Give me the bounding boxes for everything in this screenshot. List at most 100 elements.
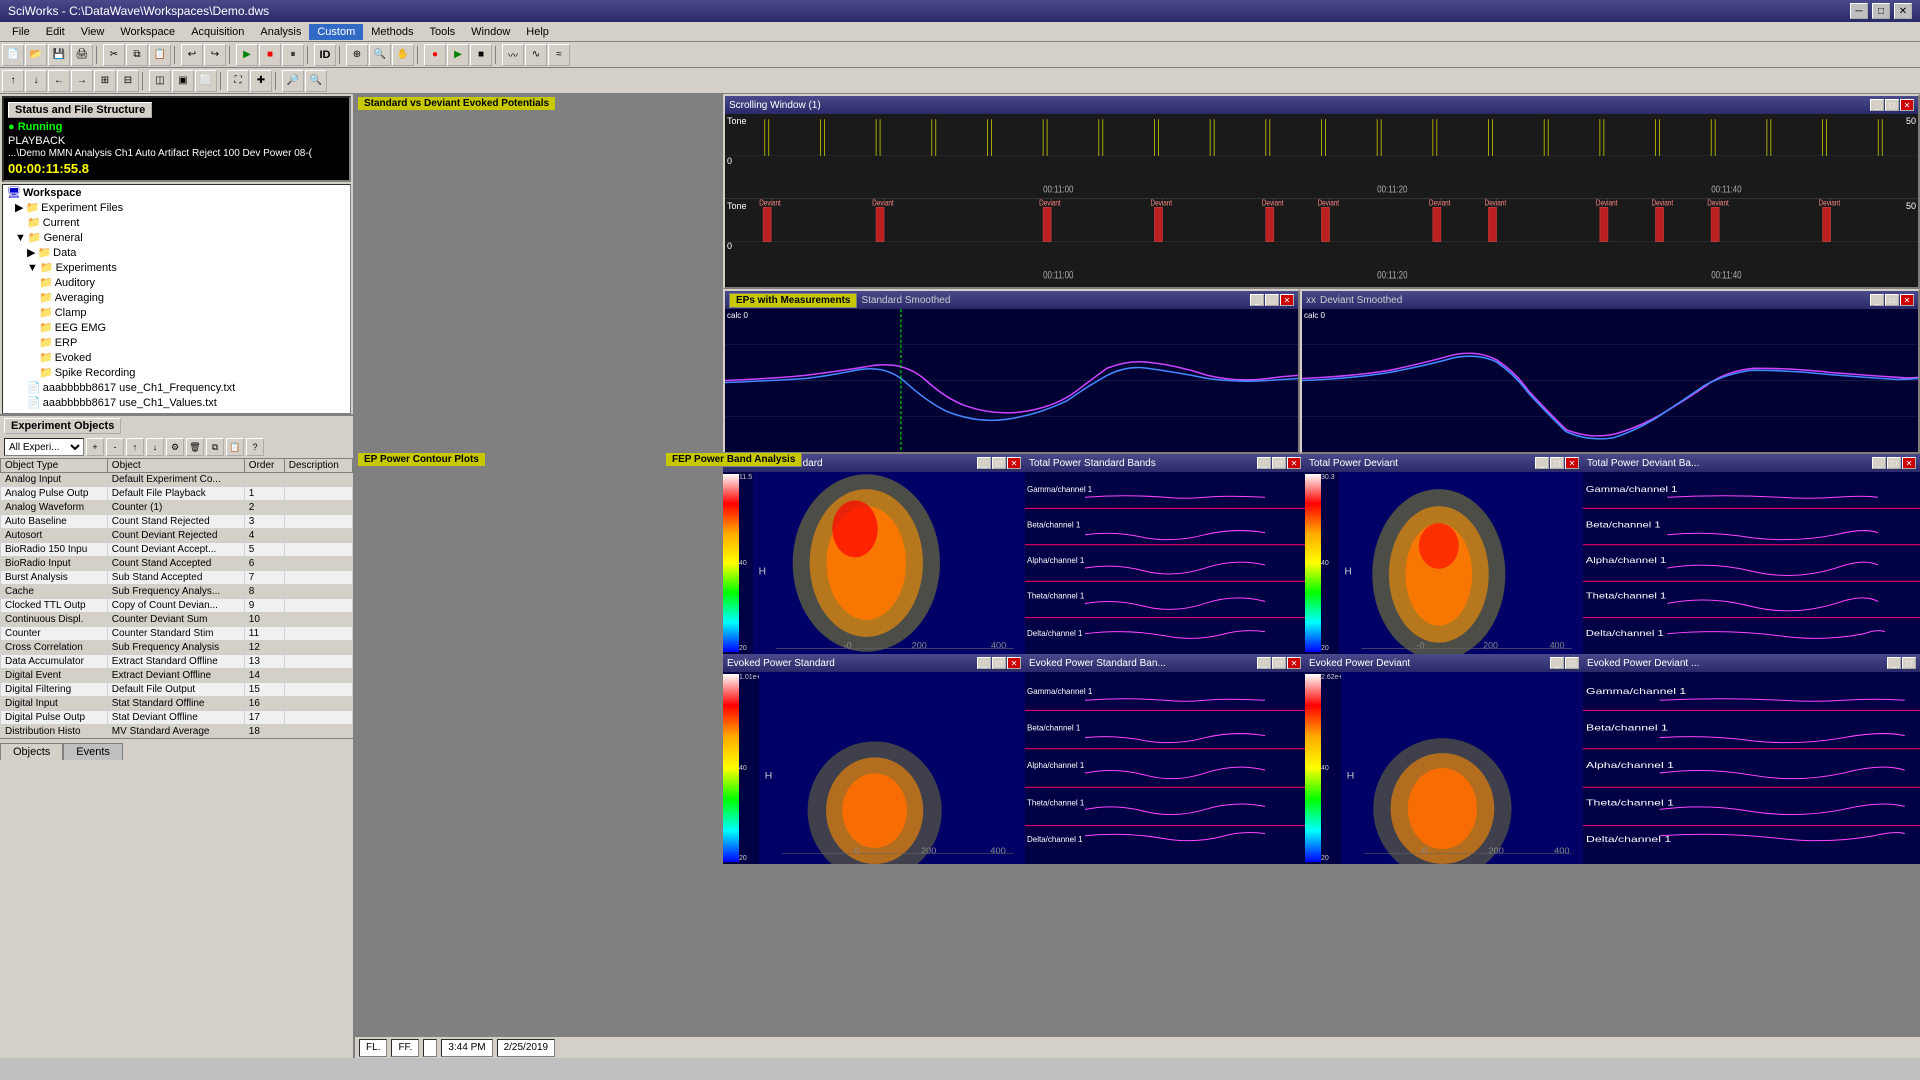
menu-file[interactable]: File <box>4 24 38 40</box>
table-row[interactable]: Digital FilteringDefault File Output15 <box>1 683 353 697</box>
exp-copy[interactable]: ⧉ <box>206 438 224 456</box>
tree-experiments[interactable]: ▼📁Experiments <box>3 260 350 275</box>
table-row[interactable]: Analog InputDefault Experiment Co... <box>1 473 353 487</box>
tpd-min[interactable]: _ <box>1535 457 1549 469</box>
tps-min[interactable]: _ <box>977 457 991 469</box>
scrolling-close[interactable]: ✕ <box>1900 99 1914 111</box>
tb2-11[interactable]: ✚ <box>250 70 272 92</box>
epdb-max[interactable]: □ <box>1902 657 1916 669</box>
menu-edit[interactable]: Edit <box>38 24 73 40</box>
undo-btn[interactable]: ↩ <box>181 44 203 66</box>
tb2-5[interactable]: ⊞ <box>94 70 116 92</box>
deviant-minimize[interactable]: _ <box>1870 294 1884 306</box>
deviant-close[interactable]: ✕ <box>1900 294 1914 306</box>
exp-table-scroll[interactable]: Object Type Object Order Description Ana… <box>0 458 353 738</box>
tb2-6[interactable]: ⊟ <box>117 70 139 92</box>
maximize-button[interactable]: □ <box>1872 3 1890 19</box>
menu-help[interactable]: Help <box>518 24 557 40</box>
tree-general[interactable]: ▼📁General <box>3 230 350 245</box>
tpdb-max[interactable]: □ <box>1887 457 1901 469</box>
exp-props[interactable]: ⚙ <box>166 438 184 456</box>
wave3-btn[interactable]: ≈ <box>548 44 570 66</box>
table-row[interactable]: Cross CorrelationSub Frequency Analysis1… <box>1 641 353 655</box>
tb2-9[interactable]: ⬜ <box>195 70 217 92</box>
pause-btn[interactable]: ⏸ <box>282 44 304 66</box>
print-btn[interactable]: 🖨 <box>71 44 93 66</box>
table-row[interactable]: BioRadio 150 InpuCount Deviant Accept...… <box>1 543 353 557</box>
redo-btn[interactable]: ↪ <box>204 44 226 66</box>
tree-eeg-emg[interactable]: 📁EEG EMG <box>3 320 350 335</box>
paste-btn[interactable]: 📋 <box>149 44 171 66</box>
tpsb-min[interactable]: _ <box>1257 457 1271 469</box>
epd-max[interactable]: □ <box>1565 657 1579 669</box>
menu-workspace[interactable]: Workspace <box>112 24 183 40</box>
tb2-3[interactable]: ← <box>48 70 70 92</box>
exp-delete[interactable]: 🗑 <box>186 438 204 456</box>
menu-methods[interactable]: Methods <box>363 24 421 40</box>
tb2-4[interactable]: → <box>71 70 93 92</box>
tpsb-max[interactable]: □ <box>1272 457 1286 469</box>
tb2-10[interactable]: ⛶ <box>227 70 249 92</box>
table-row[interactable]: Continuous Displ.Counter Deviant Sum10 <box>1 613 353 627</box>
tree-spike[interactable]: 📁Spike Recording <box>3 365 350 380</box>
tpd-close[interactable]: ✕ <box>1565 457 1579 469</box>
stop-btn[interactable]: ■ <box>259 44 281 66</box>
table-row[interactable]: Burst AnalysisSub Stand Accepted7 <box>1 571 353 585</box>
tpdb-close[interactable]: ✕ <box>1902 457 1916 469</box>
col-order[interactable]: Order <box>244 459 284 473</box>
table-row[interactable]: Distribution HistoMV Standard Average18 <box>1 725 353 739</box>
tree-current[interactable]: 📁Current <box>3 215 350 230</box>
menu-view[interactable]: View <box>73 24 113 40</box>
new-btn[interactable]: 📄 <box>2 44 24 66</box>
tb2-7[interactable]: ◫ <box>149 70 171 92</box>
run-btn[interactable]: ▶ <box>236 44 258 66</box>
ep-maximize[interactable]: □ <box>1265 294 1279 306</box>
table-row[interactable]: CounterCounter Standard Stim11 <box>1 627 353 641</box>
table-row[interactable]: Digital InputStat Standard Offline16 <box>1 697 353 711</box>
menu-window[interactable]: Window <box>463 24 518 40</box>
cursor-btn[interactable]: ⊕ <box>346 44 368 66</box>
tb2-2[interactable]: ↓ <box>25 70 47 92</box>
tpsb-close[interactable]: ✕ <box>1287 457 1301 469</box>
epsb-max[interactable]: □ <box>1272 657 1286 669</box>
exp-paste[interactable]: 📋 <box>226 438 244 456</box>
tree-system[interactable]: ▶📁System <box>3 410 350 414</box>
exp-up[interactable]: ↑ <box>126 438 144 456</box>
exp-add[interactable]: + <box>86 438 104 456</box>
file-tree[interactable]: 🖥 Workspace ▶📁Experiment Files 📁Current … <box>2 184 351 414</box>
table-row[interactable]: AutosortCount Deviant Rejected4 <box>1 529 353 543</box>
save-btn[interactable]: 💾 <box>48 44 70 66</box>
zoom-btn[interactable]: 🔍 <box>369 44 391 66</box>
eps-close[interactable]: ✕ <box>1007 657 1021 669</box>
tb2-13[interactable]: 🔍 <box>305 70 327 92</box>
minimize-button[interactable]: ─ <box>1850 3 1868 19</box>
table-row[interactable]: Analog Pulse OutpDefault File Playback1 <box>1 487 353 501</box>
tb2-12[interactable]: 🔎 <box>282 70 304 92</box>
exp-down[interactable]: ↓ <box>146 438 164 456</box>
eps-min[interactable]: _ <box>977 657 991 669</box>
menu-tools[interactable]: Tools <box>421 24 463 40</box>
id-btn[interactable]: ID <box>314 44 336 66</box>
tb2-1[interactable]: ↑ <box>2 70 24 92</box>
table-row[interactable]: Auto BaselineCount Stand Rejected3 <box>1 515 353 529</box>
epsb-min[interactable]: _ <box>1257 657 1271 669</box>
ep-minimize[interactable]: _ <box>1250 294 1264 306</box>
table-row[interactable]: Clocked TTL OutpCopy of Count Devian...9 <box>1 599 353 613</box>
tps-close[interactable]: ✕ <box>1007 457 1021 469</box>
tree-workspace[interactable]: 🖥 Workspace <box>3 185 350 200</box>
table-row[interactable]: CacheSub Frequency Analys...8 <box>1 585 353 599</box>
exp-remove[interactable]: - <box>106 438 124 456</box>
table-row[interactable]: Analog WaveformCounter (1)2 <box>1 501 353 515</box>
tpdb-min[interactable]: _ <box>1872 457 1886 469</box>
ep-close[interactable]: ✕ <box>1280 294 1294 306</box>
epd-min[interactable]: _ <box>1550 657 1564 669</box>
tab-events[interactable]: Events <box>63 743 123 760</box>
scrolling-minimize[interactable]: _ <box>1870 99 1884 111</box>
tree-auditory[interactable]: 📁Auditory <box>3 275 350 290</box>
close-button[interactable]: ✕ <box>1894 3 1912 19</box>
copy-btn[interactable]: ⧉ <box>126 44 148 66</box>
pan-btn[interactable]: ✋ <box>392 44 414 66</box>
scrolling-maximize[interactable]: □ <box>1885 99 1899 111</box>
table-row[interactable]: BioRadio InputCount Stand Accepted6 <box>1 557 353 571</box>
tree-data[interactable]: ▶📁Data <box>3 245 350 260</box>
